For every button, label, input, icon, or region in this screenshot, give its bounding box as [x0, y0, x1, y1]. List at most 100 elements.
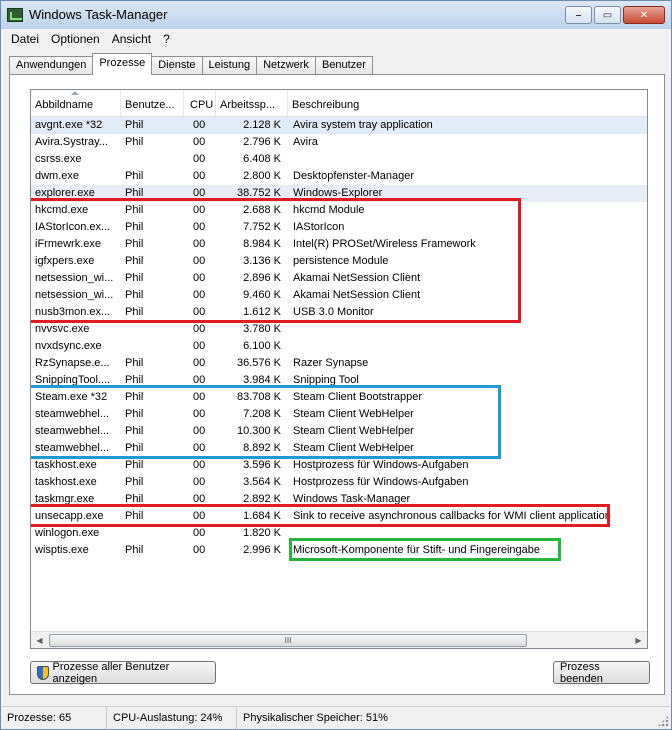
process-name: steamwebhel... — [35, 408, 109, 420]
column-beschreibung[interactable]: Beschreibung — [288, 90, 647, 117]
process-cpu: 00 — [193, 425, 206, 437]
process-description: Snipping Tool — [293, 374, 359, 386]
process-row[interactable]: nvvsvc.exe 00 3.780 K — [31, 321, 647, 338]
menu-help[interactable]: ? — [157, 32, 176, 46]
process-row[interactable]: dwm.exe Phil 00 2.800 K Desktopfenster-Manag… — [31, 168, 647, 185]
process-row[interactable]: explorer.exe Phil 00 38.752 K Windows-Explor… — [31, 185, 647, 202]
process-name: RzSynapse.e... — [35, 357, 110, 369]
process-user: Phil — [125, 510, 144, 522]
process-row[interactable]: netsession_wi... Phil 00 9.460 K Akamai NetS… — [31, 287, 647, 304]
process-row[interactable]: winlogon.exe 00 1.820 K — [31, 525, 647, 542]
process-row[interactable]: nusb3mon.ex... Phil 00 1.612 K USB 3.0 Monit… — [31, 304, 647, 321]
process-memory: 1.612 K — [243, 306, 281, 318]
column-cpu[interactable]: CPU — [184, 90, 216, 117]
menu-optionen[interactable]: Optionen — [45, 32, 106, 46]
process-cpu: 00 — [193, 357, 206, 369]
tab-prozesse[interactable]: Prozesse — [92, 53, 153, 75]
menu-ansicht[interactable]: Ansicht — [106, 32, 157, 46]
column-abbildname[interactable]: Abbildname — [31, 90, 121, 117]
process-row[interactable]: RzSynapse.e... Phil 00 36.576 K Razer Synaps… — [31, 355, 647, 372]
process-row[interactable]: igfxpers.exe Phil 00 3.136 K persistence Mod… — [31, 253, 647, 270]
process-memory: 2.896 K — [243, 272, 281, 284]
process-cpu: 00 — [193, 272, 206, 284]
process-description: Steam Client WebHelper — [293, 442, 414, 454]
process-cpu: 00 — [193, 255, 206, 267]
process-memory: 10.300 K — [236, 425, 281, 437]
menu-datei[interactable]: Datei — [5, 32, 45, 46]
column-benutzer[interactable]: Benutze... — [121, 90, 184, 117]
process-row[interactable]: taskmgr.exe Phil 00 2.892 K Windows Task-Man… — [31, 491, 647, 508]
end-process-button[interactable]: Prozess beenden — [553, 661, 650, 685]
process-name: winlogon.exe — [35, 527, 100, 539]
resize-grip-icon[interactable] — [657, 715, 669, 727]
process-user: Phil — [125, 357, 144, 369]
process-row[interactable]: avgnt.exe *32 Phil 00 2.128 K Avira system t… — [31, 117, 647, 134]
process-memory: 9.460 K — [243, 289, 281, 301]
process-cpu: 00 — [193, 204, 206, 216]
process-description: Windows-Explorer — [293, 187, 383, 199]
column-arbeitsspeicher[interactable]: Arbeitssp... — [216, 90, 288, 117]
process-cpu: 00 — [193, 119, 206, 131]
process-row[interactable]: netsession_wi... Phil 00 2.896 K Akamai NetS… — [31, 270, 647, 287]
process-memory: 3.136 K — [243, 255, 281, 267]
process-name: nvvsvc.exe — [35, 323, 90, 335]
process-row[interactable]: IAStorIcon.ex... Phil 00 7.752 K IAStorIcon — [31, 219, 647, 236]
scroll-thumb[interactable]: III — [49, 634, 527, 647]
process-user: Phil — [125, 221, 144, 233]
process-user: Phil — [125, 476, 144, 488]
scroll-right-icon[interactable]: ▶ — [630, 632, 647, 648]
process-cpu: 00 — [193, 289, 206, 301]
show-all-users-button[interactable]: Prozesse aller Benutzer anzeigen — [30, 661, 216, 685]
process-description: Hostprozess für Windows-Aufgaben — [293, 459, 469, 471]
process-name: Avira.Systray... — [35, 136, 108, 148]
status-memory: Physikalischer Speicher: 51% — [243, 712, 388, 724]
scroll-left-icon[interactable]: ◀ — [31, 632, 48, 648]
process-memory: 7.208 K — [243, 408, 281, 420]
tab-netzwerk[interactable]: Netzwerk — [256, 56, 316, 75]
process-description: Steam Client Bootstrapper — [293, 391, 423, 403]
process-memory: 1.820 K — [243, 527, 281, 539]
process-row[interactable]: unsecapp.exe Phil 00 1.684 K Sink to receive… — [31, 508, 647, 525]
process-cpu: 00 — [193, 544, 206, 556]
process-name: taskhost.exe — [35, 476, 97, 488]
maximize-button[interactable]: ▭ — [594, 6, 621, 24]
process-row[interactable]: steamwebhel... Phil 00 8.892 K Steam Client … — [31, 440, 647, 457]
process-row[interactable]: SnippingTool.... Phil 00 3.984 K Snipping To… — [31, 372, 647, 389]
process-name: avgnt.exe *32 — [35, 119, 103, 131]
tab-leistung[interactable]: Leistung — [201, 56, 258, 75]
process-name: unsecapp.exe — [35, 510, 104, 522]
process-memory: 38.752 K — [236, 187, 281, 199]
minimize-button[interactable]: – — [565, 6, 592, 24]
process-row[interactable]: csrss.exe 00 6.408 K — [31, 151, 647, 168]
column-abbildname-label: Abbildname — [35, 99, 94, 111]
process-user: Phil — [125, 306, 144, 318]
process-row[interactable]: Steam.exe *32 Phil 00 83.708 K Steam Client … — [31, 389, 647, 406]
process-row[interactable]: wisptis.exe Phil 00 2.996 K Microsoft-Kompon… — [31, 542, 647, 559]
tab-benutzer[interactable]: Benutzer — [314, 56, 373, 75]
process-row[interactable]: hkcmd.exe Phil 00 2.688 K hkcmd Module — [31, 202, 647, 219]
process-row[interactable]: Avira.Systray... Phil 00 2.796 K Avira — [31, 134, 647, 151]
process-list[interactable]: Abbildname Benutze... CPU Arbeitssp... B… — [30, 89, 648, 649]
process-description: Sink to receive asynchronous callbacks f… — [293, 510, 611, 522]
tab-dienste[interactable]: Dienste — [151, 56, 203, 75]
process-user: Phil — [125, 442, 144, 454]
process-description: Intel(R) PROSet/Wireless Framework — [293, 238, 476, 250]
process-name: wisptis.exe — [35, 544, 89, 556]
process-user: Phil — [125, 119, 144, 131]
process-row[interactable]: nvxdsync.exe 00 6.100 K — [31, 338, 647, 355]
process-name: IAStorIcon.ex... — [35, 221, 111, 233]
process-user: Phil — [125, 391, 144, 403]
process-row[interactable]: iFrmewrk.exe Phil 00 8.984 K Intel(R) PROSet… — [31, 236, 647, 253]
process-memory: 2.688 K — [243, 204, 281, 216]
process-description: Akamai NetSession Client — [293, 289, 421, 301]
process-row[interactable]: taskhost.exe Phil 00 3.596 K Hostprozess für… — [31, 457, 647, 474]
process-row[interactable]: steamwebhel... Phil 00 10.300 K Steam Client… — [31, 423, 647, 440]
close-button[interactable]: ✕ — [623, 6, 665, 24]
horizontal-scrollbar[interactable]: ◀ III ▶ — [31, 631, 647, 648]
process-memory: 3.596 K — [243, 459, 281, 471]
process-description: hkcmd Module — [293, 204, 365, 216]
process-row[interactable]: taskhost.exe Phil 00 3.564 K Hostprozess für… — [31, 474, 647, 491]
tab-anwendungen[interactable]: Anwendungen — [9, 56, 94, 75]
process-row[interactable]: steamwebhel... Phil 00 7.208 K Steam Client … — [31, 406, 647, 423]
status-cpu: CPU-Auslastung: 24% — [107, 707, 237, 730]
